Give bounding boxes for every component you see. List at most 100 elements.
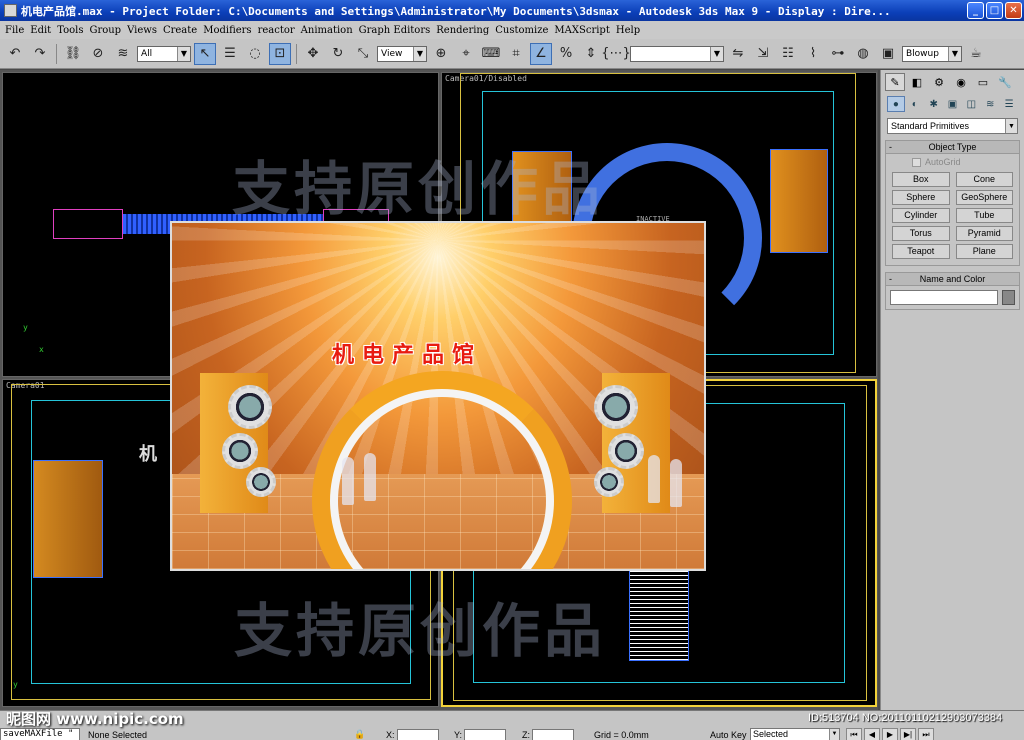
x-coordinate-input[interactable] [396,729,439,740]
hierarchy-tab-icon[interactable]: ⚙ [929,73,949,91]
minimize-button[interactable]: _ [967,2,984,19]
menu-reactor[interactable]: reactor [255,25,298,36]
z-coordinate-input[interactable] [532,729,574,740]
schematic-view-icon[interactable]: ⊶ [827,43,849,65]
menu-file[interactable]: File [2,25,27,36]
object-name-input[interactable] [890,290,998,305]
next-frame-icon[interactable]: ▶| [900,728,916,740]
menu-create[interactable]: Create [160,25,200,36]
grid-size: Grid = 0.0mm [594,730,649,740]
pyramid-button[interactable]: Pyramid [955,226,1013,241]
object-color-swatch[interactable] [1002,290,1015,305]
align-icon[interactable]: ⇲ [752,43,774,65]
menu-maxscript[interactable]: MAXScript [551,25,612,36]
move-icon[interactable]: ✥ [302,43,324,65]
wireframe-left-block [53,209,123,239]
create-tab-icon[interactable]: ✎ [885,73,905,91]
shapes-icon[interactable]: ◐ [906,96,924,112]
auto-key-button[interactable]: Auto Key [710,730,747,740]
scale-icon[interactable]: ⤡ [352,43,374,65]
selection-lock-icon[interactable]: 🔒 [354,729,365,740]
utilities-tab-icon[interactable]: 🔧 [995,73,1015,91]
pivot-center-icon[interactable]: ⊕ [430,43,452,65]
window-crossing-icon[interactable]: ⊡ [269,42,291,65]
selection-filter-dropdown[interactable]: All ▼ [137,45,191,62]
plane-button[interactable]: Plane [955,244,1013,259]
lights-icon[interactable]: ✱ [925,96,943,112]
snap-toggle-icon[interactable]: ⌗ [505,43,527,65]
name-color-header[interactable]: - Name and Color [886,273,1019,286]
display-tab-icon[interactable]: ▭ [973,73,993,91]
cone-button[interactable]: Cone [955,172,1013,187]
menu-animation[interactable]: Animation [298,25,356,36]
menu-rendering[interactable]: Rendering [433,25,492,36]
select-by-name-icon[interactable]: ☰ [219,43,241,65]
menu-modifiers[interactable]: Modifiers [200,25,254,36]
rotate-icon[interactable]: ↻ [327,43,349,65]
link-icon[interactable]: ⛓ [62,43,84,65]
menu-views[interactable]: Views [124,25,160,36]
site-image-id: ID:513704 NO:20110110212903073384 [808,712,1003,724]
menu-graph-editors[interactable]: Graph Editors [356,25,434,36]
object-type-header[interactable]: - Object Type [886,141,1019,154]
sphere-button[interactable]: Sphere [892,190,950,205]
y-coordinate-input[interactable] [464,729,507,740]
collapse-icon: - [889,274,892,284]
gear-image-left-middle [222,433,258,469]
go-to-start-icon[interactable]: ⏮ [846,728,862,740]
play-icon[interactable]: ▶ [882,728,898,740]
spinner-snap-icon[interactable]: ⇕ [580,43,602,65]
maxscript-listener-input[interactable]: saveMAXFile " [0,728,80,740]
helpers-icon[interactable]: ◫ [962,96,980,112]
menu-group[interactable]: Group [86,25,124,36]
layer-manager-icon[interactable]: ☷ [777,43,799,65]
autogrid-checkbox[interactable]: AutoGrid [886,154,1019,170]
cameras-icon[interactable]: ▣ [944,96,962,112]
box-button[interactable]: Box [892,172,950,187]
quick-render-icon[interactable]: ☕ [965,43,987,65]
render-type-dropdown[interactable]: Blowup ▼ [902,45,962,62]
bind-space-warp-icon[interactable]: ≋ [112,43,134,65]
primitive-category-dropdown[interactable]: Standard Primitives ▼ [887,118,1018,134]
close-button[interactable]: ✕ [1005,2,1022,19]
redo-icon[interactable]: ↷ [29,43,51,65]
selection-region-icon[interactable]: ◌ [244,43,266,65]
systems-icon[interactable]: ☰ [1000,96,1018,112]
object-type-rollout: - Object Type AutoGrid Box Cone Sphere G… [885,140,1020,266]
select-object-icon[interactable]: ↖ [194,42,216,65]
geosphere-button[interactable]: GeoSphere [955,190,1013,205]
maximize-button[interactable]: □ [986,2,1003,19]
torus-button[interactable]: Torus [892,226,950,241]
motion-tab-icon[interactable]: ◉ [951,73,971,91]
material-editor-icon[interactable]: ◍ [852,43,874,65]
object-type-title: Object Type [928,142,977,152]
named-selection-dropdown[interactable]: ▼ [630,45,724,62]
modify-tab-icon[interactable]: ◧ [907,73,927,91]
key-filter-dropdown[interactable]: Selected ▼ [750,728,840,740]
teapot-button[interactable]: Teapot [892,244,950,259]
render-scene-icon[interactable]: ▣ [877,43,899,65]
wireframe-gate-front-view [629,569,689,661]
curve-editor-icon[interactable]: ⌇ [802,43,824,65]
manipulate-icon[interactable]: ⌖ [455,43,477,65]
keyboard-shortcut-icon[interactable]: ⌨ [480,43,502,65]
reference-coordinate-dropdown[interactable]: View ▼ [377,45,427,62]
gear-image-right-middle [608,433,644,469]
menu-customize[interactable]: Customize [492,25,551,36]
menu-help[interactable]: Help [613,25,643,36]
undo-icon[interactable]: ↶ [4,43,26,65]
space-warps-icon[interactable]: ≋ [981,96,999,112]
cylinder-button[interactable]: Cylinder [892,208,950,223]
mirror-icon[interactable]: ⇋ [727,43,749,65]
percent-snap-icon[interactable]: % [555,43,577,65]
geometry-icon[interactable]: ● [887,96,905,112]
edit-named-selection-icon[interactable]: {⋯} [601,43,631,65]
chevron-down-icon: ▼ [948,46,961,61]
menu-edit[interactable]: Edit [27,25,54,36]
unlink-icon[interactable]: ⊘ [87,43,109,65]
previous-frame-icon[interactable]: ◀ [864,728,880,740]
tube-button[interactable]: Tube [955,208,1013,223]
menu-tools[interactable]: Tools [54,25,86,36]
angle-snap-icon[interactable]: ∠ [530,42,552,65]
go-to-end-icon[interactable]: ⏭ [918,728,934,740]
